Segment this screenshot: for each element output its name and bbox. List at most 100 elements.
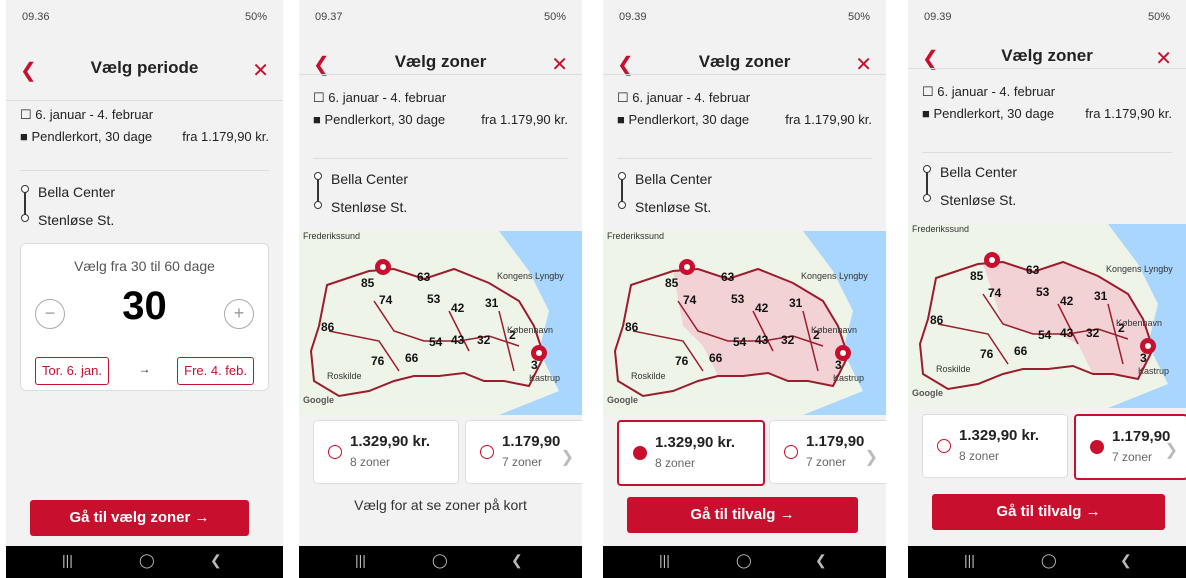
recent-apps-icon[interactable]: ||| — [355, 552, 366, 568]
phone-4: 09.39 50% ❮ Vælg zoner ✕ ☐ 6. januar - 4… — [908, 0, 1186, 578]
zone-map[interactable]: 85 74 63 53 42 31 86 76 66 54 43 32 2 3 … — [908, 224, 1186, 408]
android-nav-bar: ||| ◯ ❮ — [6, 546, 283, 578]
back-nav-icon[interactable]: ❮ — [210, 552, 222, 569]
zone-map[interactable]: 85 74 63 53 42 31 86 76 66 54 43 32 2 3 … — [603, 231, 886, 415]
go-to-addons-button[interactable]: Gå til tilvalg → — [627, 497, 858, 533]
zone-label-76: 76 — [980, 347, 994, 361]
status-battery: 50% — [543, 11, 566, 23]
trip-summary: ☐ 6. januar - 4. februar ■ Pendlerkort, … — [20, 107, 269, 150]
route-stop-to: Stenløse St. — [38, 212, 115, 228]
map-pin-icon — [1140, 338, 1156, 354]
price-from: fra 1.179,90 kr. — [481, 112, 568, 127]
zone-label-54: 54 — [733, 335, 747, 349]
date-range: 6. januar - 4. februar — [35, 107, 154, 122]
zone-label-85: 85 — [970, 269, 984, 283]
zone-label-43: 43 — [755, 333, 769, 347]
chevron-right-icon[interactable]: ❯ — [865, 447, 878, 467]
increment-button[interactable]: + — [224, 299, 254, 329]
zone-label-86: 86 — [321, 320, 335, 334]
zone-label-53: 53 — [427, 292, 441, 306]
phone-1: 09.36 50% ❮ Vælg periode ✕ ☐ 6. januar -… — [6, 0, 283, 578]
ticket-row: ■ Pendlerkort, 30 dage fra 1.179,90 kr. — [20, 129, 269, 144]
go-to-zones-button[interactable]: Gå til vælg zoner → — [30, 500, 249, 536]
radio-button[interactable] — [784, 445, 798, 459]
radio-button[interactable] — [328, 445, 342, 459]
zone-label-53: 53 — [731, 292, 745, 306]
phone-3: 09.39 50% ❮ Vælg zoner ✕ ☐ 6. januar - 4… — [603, 0, 886, 578]
city-label-kastrup: Kastrup — [833, 373, 864, 383]
zone-label-85: 85 — [361, 276, 375, 290]
home-icon[interactable]: ◯ — [139, 552, 155, 569]
option-zones: 8 zoner — [350, 455, 391, 469]
zone-label-74: 74 — [683, 293, 697, 307]
chevron-right-icon[interactable]: ❯ — [1165, 440, 1178, 460]
radio-button[interactable] — [480, 445, 494, 459]
close-button[interactable]: ✕ — [252, 58, 269, 83]
status-time: 09.36 — [22, 11, 50, 23]
status-time: 09.37 — [315, 11, 343, 23]
radio-button-checked[interactable] — [1090, 440, 1104, 454]
status-bar: 09.39 50% — [908, 0, 1186, 28]
zone-label-76: 76 — [675, 354, 689, 368]
route-stop-from: Bella Center — [38, 184, 116, 200]
route-end-dot — [21, 214, 29, 222]
status-battery: 50% — [1147, 11, 1170, 23]
android-nav-bar: ||| ◯ ❮ — [603, 546, 886, 578]
date-range: 6. januar - 4. februar — [328, 90, 447, 105]
zone-option-8[interactable]: 1.329,90 kr. 8 zoner — [313, 420, 459, 484]
map-pin-icon — [375, 259, 391, 275]
divider — [20, 170, 269, 171]
ticket-icon: ■ — [20, 129, 32, 144]
zone-option-8[interactable]: 1.329,90 kr. 8 zoner — [617, 420, 765, 486]
go-to-addons-button[interactable]: Gå til tilvalg → — [932, 494, 1165, 530]
chevron-right-icon[interactable]: ❯ — [561, 447, 574, 467]
zone-label-43: 43 — [451, 333, 465, 347]
back-nav-icon[interactable]: ❮ — [511, 552, 523, 569]
zone-option-8[interactable]: 1.329,90 kr. 8 zoner — [922, 414, 1068, 478]
header: ❮ Vælg periode ✕ — [6, 42, 283, 102]
zone-label-66: 66 — [1014, 344, 1028, 358]
route: Bella Center Stenløse St. — [922, 158, 1172, 214]
page-title: Vælg zoner — [1001, 46, 1093, 65]
route: Bella Center Stenløse St. — [617, 165, 872, 221]
zone-label-31: 31 — [485, 296, 499, 310]
home-icon[interactable]: ◯ — [736, 552, 752, 569]
route-end-dot — [314, 201, 322, 209]
city-label-kastrup: Kastrup — [1138, 366, 1169, 376]
google-logo: Google — [607, 395, 638, 405]
recent-apps-icon[interactable]: ||| — [964, 552, 975, 568]
end-date-button[interactable]: Fre. 4. feb. — [177, 357, 254, 385]
route: Bella Center Stenløse St. — [20, 178, 269, 234]
zone-map[interactable]: 85 74 63 53 42 31 86 76 66 54 43 32 2 3 … — [299, 231, 582, 415]
calendar-icon: ☐ — [922, 84, 938, 99]
page-title: Vælg zoner — [394, 52, 487, 71]
android-nav-bar: ||| ◯ ❮ — [908, 546, 1186, 578]
back-nav-icon[interactable]: ❮ — [1120, 552, 1132, 569]
calendar-icon: ☐ — [313, 90, 329, 105]
option-price: 1.329,90 kr. — [350, 433, 431, 450]
city-label-roskilde: Roskilde — [631, 371, 666, 381]
home-icon[interactable]: ◯ — [432, 552, 448, 569]
option-zones: 8 zoner — [959, 449, 1000, 463]
zone-label-32: 32 — [477, 333, 491, 347]
zone-label-86: 86 — [625, 320, 639, 334]
route: Bella Center Stenløse St. — [313, 165, 568, 221]
header: ❮ Vælg zoner ✕ — [299, 36, 582, 96]
zone-label-63: 63 — [1026, 263, 1040, 277]
back-nav-icon[interactable]: ❮ — [815, 552, 827, 569]
home-icon[interactable]: ◯ — [1041, 552, 1057, 569]
option-zones: 8 zoner — [655, 456, 696, 470]
option-zones: 7 zoner — [806, 455, 847, 469]
recent-apps-icon[interactable]: ||| — [62, 552, 73, 568]
ticket-type: Pendlerkort, 30 dage — [628, 112, 750, 127]
zone-label-42: 42 — [755, 301, 769, 315]
recent-apps-icon[interactable]: ||| — [659, 552, 670, 568]
status-battery: 50% — [847, 11, 870, 23]
radio-button-checked[interactable] — [633, 446, 647, 460]
google-logo: Google — [303, 395, 334, 405]
radio-button[interactable] — [937, 439, 951, 453]
divider — [922, 152, 1172, 153]
city-label-kastrup: Kastrup — [529, 373, 560, 383]
date-row: ☐ 6. januar - 4. februar — [313, 90, 568, 106]
price-from: fra 1.179,90 kr. — [182, 129, 269, 144]
